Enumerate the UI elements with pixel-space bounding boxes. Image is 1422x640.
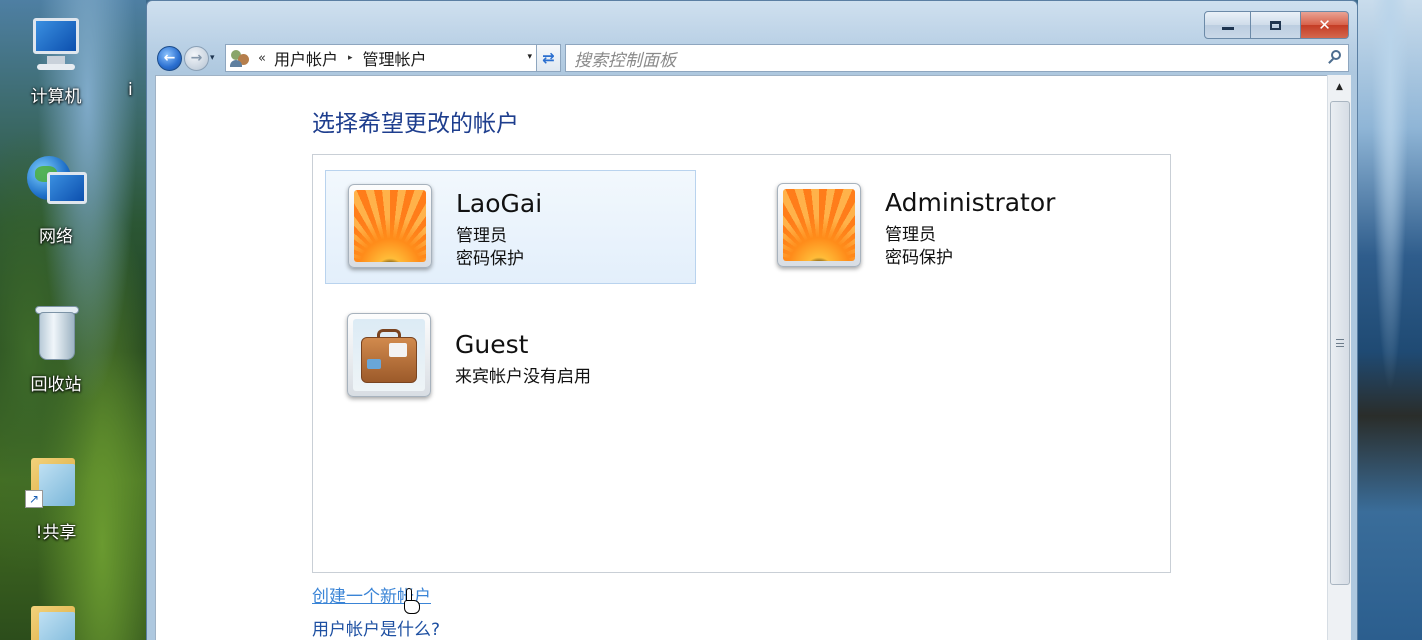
computer-icon <box>25 14 87 76</box>
folder-icon <box>25 598 87 640</box>
close-button[interactable]: ✕ <box>1301 11 1349 39</box>
content-pane: 选择希望更改的帐户 LaoGai 管理员 密码保护 Administrator … <box>155 75 1330 640</box>
account-status: 密码保护 <box>456 249 524 269</box>
breadcrumb-user-accounts[interactable]: 用户帐户 <box>274 46 338 70</box>
account-name: LaoGai <box>456 189 543 218</box>
desktop-icon-label: 回收站 <box>30 375 82 395</box>
address-dropdown-icon[interactable]: ▾ <box>527 52 532 62</box>
suitcase-picture-icon <box>353 319 425 391</box>
desktop-icon-label: 计算机 <box>30 87 82 107</box>
scroll-thumb[interactable] <box>1330 101 1350 585</box>
breadcrumb-manage-accounts[interactable]: 管理帐户 <box>363 46 427 70</box>
desktop-background-right <box>1358 0 1422 640</box>
account-role: 管理员 <box>456 226 507 246</box>
desktop-icon-folder[interactable] <box>6 598 106 640</box>
account-tile-guest[interactable]: Guest 来宾帐户没有启用 <box>325 300 696 414</box>
vertical-scrollbar[interactable]: ▲ <box>1327 75 1351 640</box>
close-icon: ✕ <box>1318 16 1331 34</box>
desktop-icon-computer[interactable]: 计算机 <box>6 14 106 107</box>
address-bar[interactable]: « 用户帐户 ▸ 管理帐户 ▾ <box>225 44 537 72</box>
recent-pages-button[interactable]: ▾ <box>210 53 222 63</box>
flower-picture-icon <box>354 190 426 262</box>
search-icon[interactable] <box>1328 50 1342 66</box>
caption-buttons: ✕ <box>1204 11 1349 39</box>
shared-folder-icon: ↗ <box>25 450 87 512</box>
control-panel-window: ✕ ← → ▾ « 用户帐户 ▸ 管理帐户 ▾ ⇄ 搜索控制面板 选择希望更改的… <box>146 0 1358 640</box>
minimize-icon <box>1221 26 1234 30</box>
refresh-icon: ⇄ <box>542 49 555 67</box>
account-name: Guest <box>455 330 529 359</box>
network-icon <box>25 154 87 216</box>
search-placeholder: 搜索控制面板 <box>574 50 676 71</box>
user-picture <box>347 313 431 397</box>
back-button[interactable]: ← <box>157 45 182 71</box>
minimize-button[interactable] <box>1204 11 1251 39</box>
account-tile-laogai[interactable]: LaoGai 管理员 密码保护 <box>325 170 696 284</box>
desktop-icon-recycle-bin[interactable]: 回收站 <box>6 302 106 395</box>
desktop-icon-network[interactable]: 网络 <box>6 154 106 247</box>
desktop-icon-label: 网络 <box>39 227 73 247</box>
forward-button[interactable]: → <box>184 45 209 71</box>
maximize-icon <box>1270 20 1281 30</box>
what-is-user-account-link[interactable]: 用户帐户是什么? <box>312 615 440 640</box>
account-status: 密码保护 <box>885 248 953 268</box>
desktop-icon-share[interactable]: ↗ !共享 <box>6 450 106 543</box>
account-name: Administrator <box>885 188 1056 217</box>
account-status: 来宾帐户没有启用 <box>455 367 591 387</box>
page-title: 选择希望更改的帐户 <box>312 111 519 137</box>
flower-picture-icon <box>783 189 855 261</box>
grip-icon <box>1336 339 1344 347</box>
scroll-up-button[interactable]: ▲ <box>1328 75 1351 99</box>
user-picture <box>777 183 861 267</box>
account-role: 管理员 <box>885 225 936 245</box>
navigation-bar: ← → ▾ « 用户帐户 ▸ 管理帐户 ▾ ⇄ 搜索控制面板 <box>157 43 1349 73</box>
breadcrumb-separator-icon[interactable]: ▸ <box>348 53 353 63</box>
desktop-icon-label: !共享 <box>35 523 77 543</box>
forward-arrow-icon: → <box>190 50 203 66</box>
recycle-bin-icon <box>25 302 87 364</box>
user-picture <box>348 184 432 268</box>
back-arrow-icon: ← <box>163 50 176 66</box>
account-list: LaoGai 管理员 密码保护 Administrator 管理员 密码保护 G <box>312 154 1171 573</box>
hand-cursor-icon <box>402 588 424 616</box>
shortcut-arrow-icon: ↗ <box>25 490 43 508</box>
account-tile-administrator[interactable]: Administrator 管理员 密码保护 <box>755 170 1126 284</box>
scroll-up-arrow-icon: ▲ <box>1336 82 1343 92</box>
breadcrumb-overflow[interactable]: « <box>258 51 266 66</box>
user-accounts-icon <box>228 47 252 69</box>
refresh-button[interactable]: ⇄ <box>537 44 561 72</box>
maximize-button[interactable] <box>1251 11 1301 39</box>
search-input[interactable]: 搜索控制面板 <box>565 44 1349 72</box>
desktop-icon-partial-label: i <box>128 80 133 100</box>
